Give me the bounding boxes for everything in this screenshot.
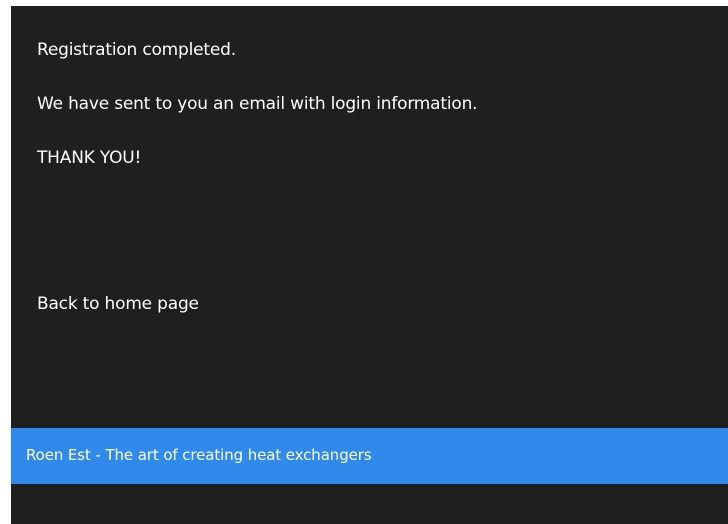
registration-confirmation-panel: Registration completed. We have sent to … <box>11 6 728 524</box>
registration-completed-text: Registration completed. <box>37 40 236 60</box>
thank-you-text: THANK YOU! <box>37 148 142 168</box>
email-sent-text: We have sent to you an email with login … <box>37 94 478 114</box>
footer-bar: Roen Est - The art of creating heat exch… <box>11 428 728 484</box>
page: Registration completed. We have sent to … <box>0 0 728 524</box>
back-to-home-link[interactable]: Back to home page <box>37 293 199 315</box>
footer-tagline: Roen Est - The art of creating heat exch… <box>26 446 372 464</box>
